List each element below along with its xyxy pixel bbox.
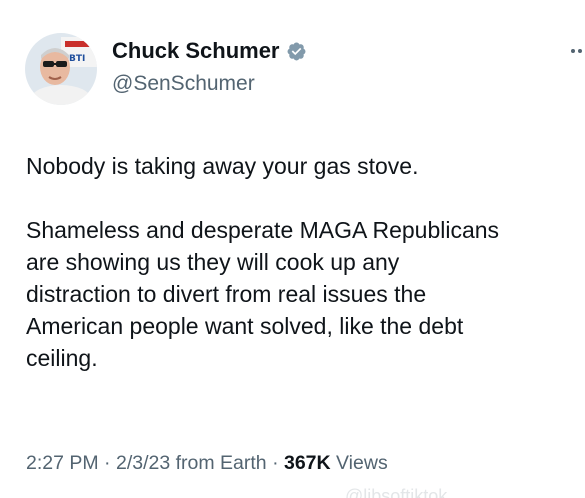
tweet-text-line: ceiling.: [26, 345, 98, 371]
tweet-text-line: distraction to divert from real issues t…: [26, 281, 427, 307]
tweet-text-line: American people want solved, like the de…: [26, 313, 464, 339]
tweet-text-line: Shameless and desperate MAGA Republicans: [26, 217, 500, 243]
tweet-text: Nobody is taking away your gas stove. Sh…: [26, 150, 585, 374]
tweet-date[interactable]: 2/3/23: [116, 452, 170, 474]
tweet-text-line: are showing us they will cook up any: [26, 249, 400, 275]
watermark: @libsoftiktok: [345, 486, 448, 498]
tweet-text-line: Nobody is taking away your gas stove.: [26, 153, 419, 179]
author-name-row: Chuck Schumer: [112, 38, 307, 64]
author-display-name[interactable]: Chuck Schumer: [112, 38, 280, 64]
tweet-time[interactable]: 2:27 PM: [26, 452, 99, 474]
avatar[interactable]: BTI: [25, 33, 97, 105]
views-count: 367K: [283, 452, 331, 474]
tweet-source: from Earth: [175, 452, 267, 474]
more-options-icon[interactable]: [571, 44, 585, 58]
tweet-meta: 2:27 PM · 2/3/23 from Earth · 367K Views: [26, 452, 388, 475]
tweet-card: BTI Chuck Schumer @SenSchumer Nobody is …: [0, 0, 585, 498]
verified-badge-icon: [287, 42, 305, 60]
avatar-sign-text: BTI: [69, 54, 85, 64]
author-handle[interactable]: @SenSchumer: [112, 72, 255, 96]
meta-separator: ·: [272, 452, 279, 474]
views-label: Views: [336, 452, 388, 474]
meta-separator: ·: [104, 452, 111, 474]
